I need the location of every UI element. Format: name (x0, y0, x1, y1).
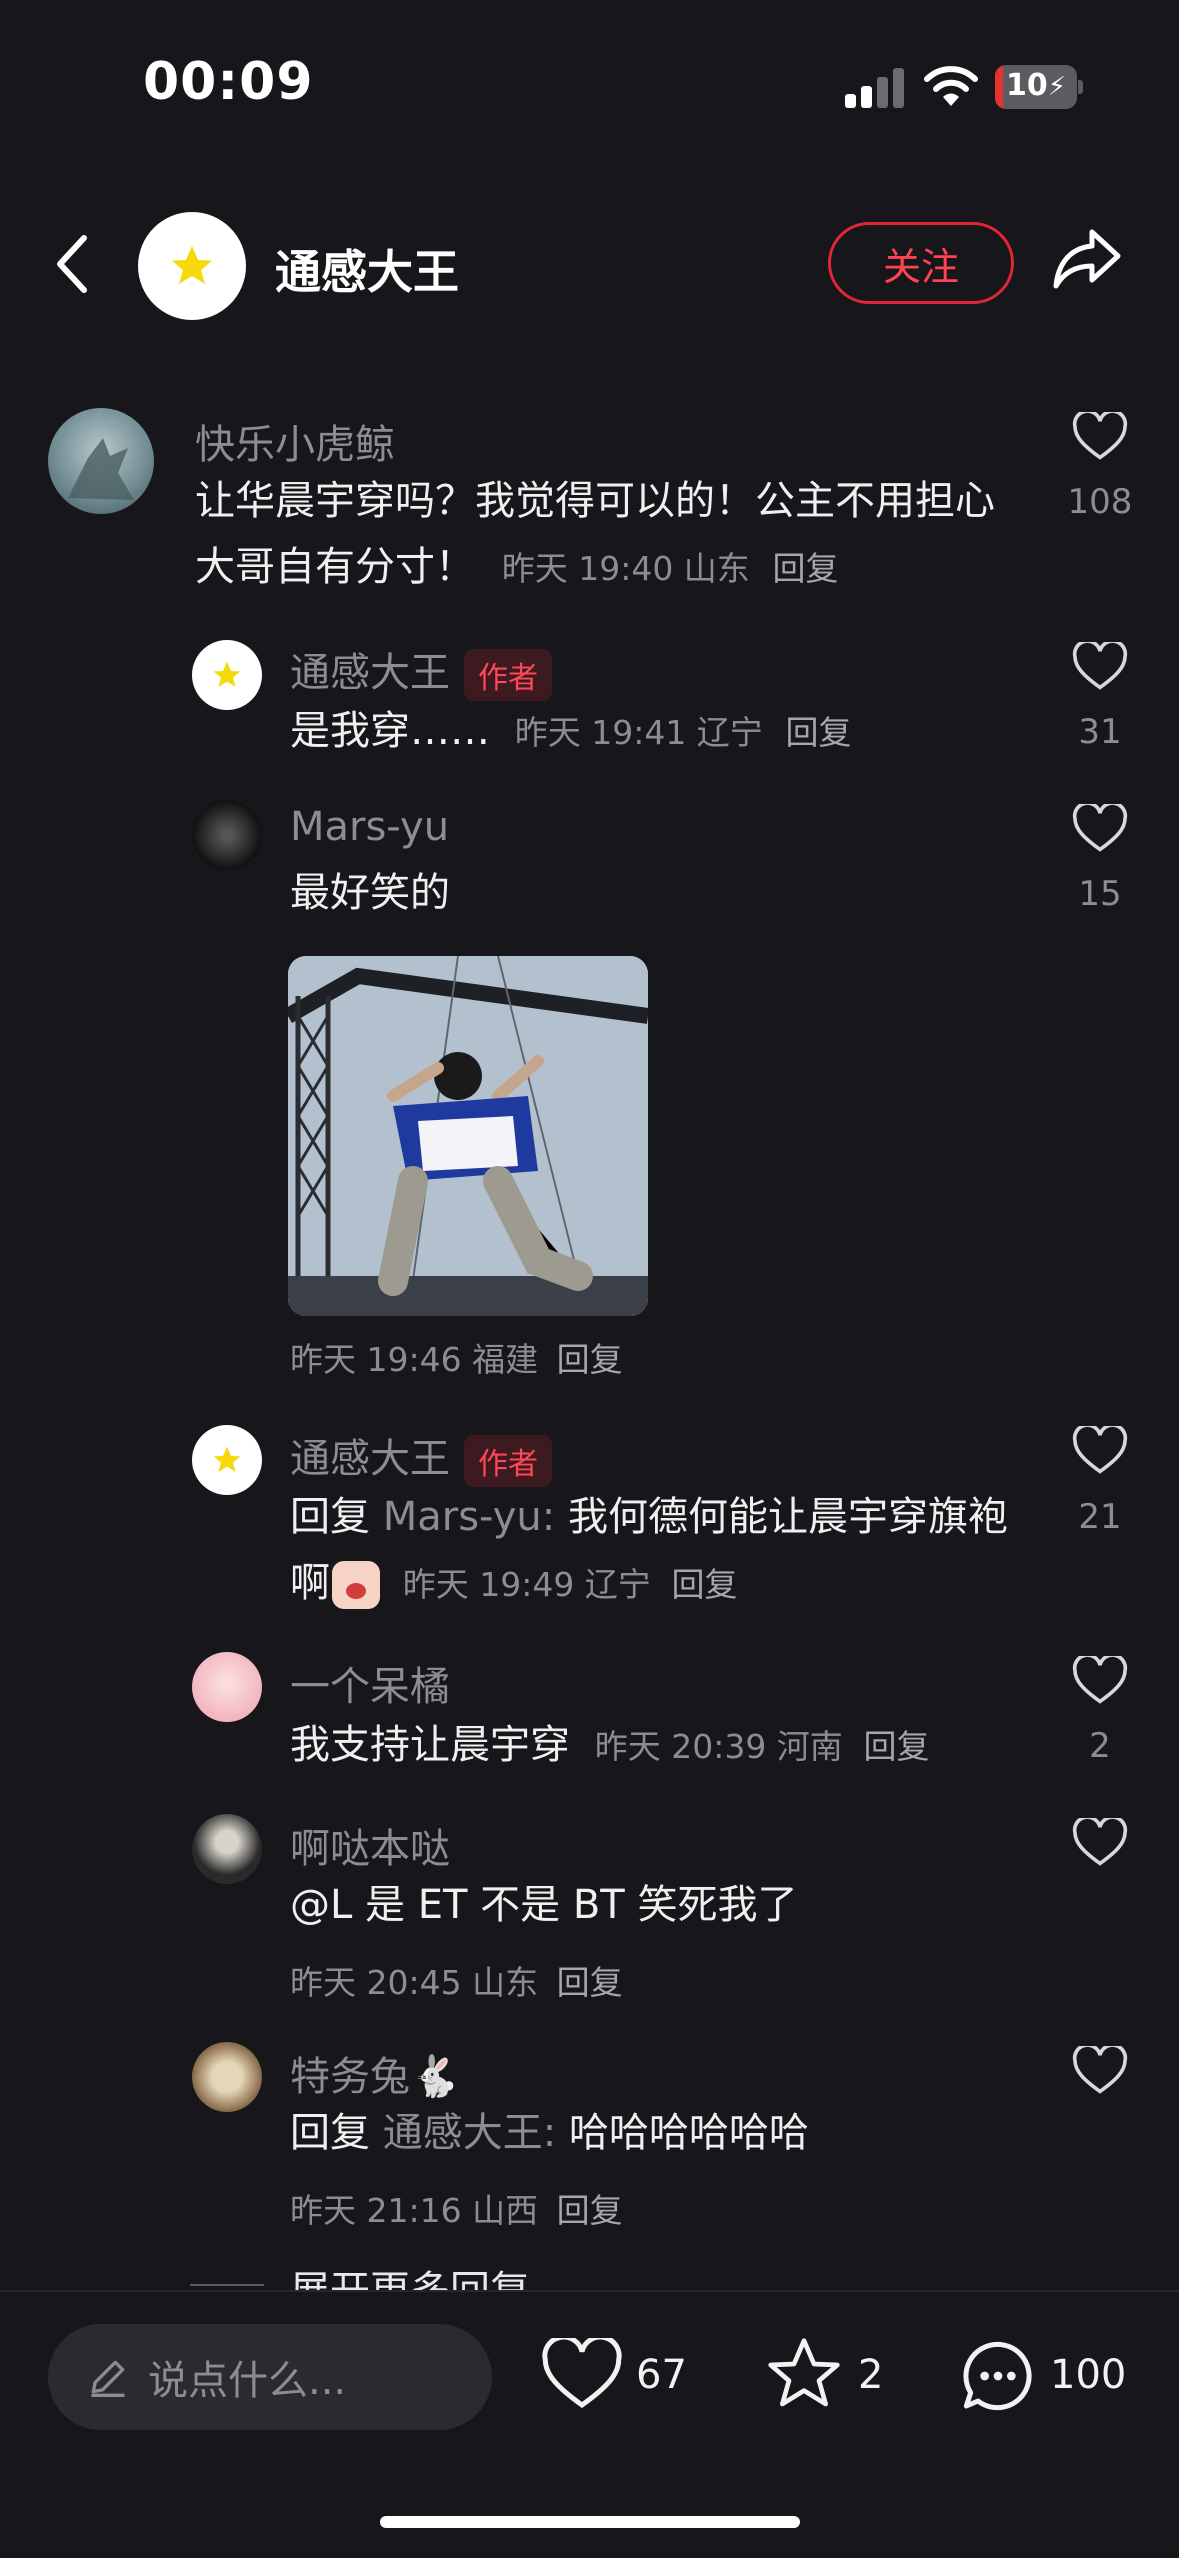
comment-body: 是我穿…… (290, 708, 490, 754)
battery-cap (1078, 80, 1083, 94)
reply-link[interactable]: 回复 (864, 1727, 930, 1766)
like-count: 21 (1078, 1497, 1122, 1537)
comment-body: 最好笑的 (290, 870, 450, 916)
comment-time: 昨天 19:46 福建 (290, 1340, 539, 1379)
comment-body: 哈哈哈哈哈哈 (568, 2110, 809, 2156)
comment-bubble-icon[interactable] (958, 2336, 1038, 2416)
heart-icon[interactable] (542, 2338, 622, 2412)
expand-divider (190, 2284, 264, 2286)
back-icon[interactable] (52, 232, 92, 296)
comment-meta: 昨天 21:16 山西 回复 (290, 2184, 623, 2232)
reply-prefix: 回复 (290, 1494, 370, 1540)
avatar[interactable] (192, 1814, 262, 1884)
reply-link[interactable]: 回复 (557, 1340, 623, 1379)
star-icon (213, 1446, 241, 1472)
crying-emoji-icon (332, 1561, 380, 1609)
reply-link[interactable]: 回复 (672, 1565, 738, 1604)
username-text: 通感大王 (290, 650, 450, 696)
author-badge: 作者 (464, 1435, 552, 1487)
reply-link[interactable]: 回复 (786, 713, 852, 752)
cellular-signal-icon (845, 68, 904, 108)
battery-icon: 10⚡ (995, 65, 1077, 109)
follow-button[interactable]: 关注 (828, 222, 1014, 304)
username-text: 通感大王 (290, 1436, 450, 1482)
comment-meta: 昨天 19:40 山东 (501, 549, 750, 588)
like-count: 31 (1078, 712, 1122, 752)
comment-text: 是我穿…… 昨天 19:41 辽宁 回复 (290, 698, 1030, 766)
like-count: 108 (1067, 482, 1133, 522)
comment-text: 回复 Mars-yu: 我何德何能让晨宇穿旗袍啊 昨天 19:49 辽宁 回复 (290, 1484, 1030, 1618)
like-total: 67 (636, 2352, 687, 2398)
heart-icon[interactable] (1072, 804, 1128, 854)
avatar[interactable] (192, 800, 262, 870)
comment-meta: 昨天 20:45 山东 回复 (290, 1956, 623, 2004)
comment-body: @L 是 ET 不是 BT 笑死我了 (290, 1882, 798, 1928)
comment-meta: 昨天 19:46 福建 回复 (290, 1333, 623, 1381)
comment-username[interactable]: 通感大王 作者 (290, 1426, 552, 1487)
home-indicator[interactable] (380, 2516, 800, 2528)
comment-username[interactable]: 特务兔🐇 (290, 2044, 460, 2102)
comment-text: 让华晨宇穿吗？我觉得可以的！公主不用担心大哥自有分寸！ 昨天 19:40 山东 … (195, 468, 1025, 602)
avatar[interactable] (192, 1425, 262, 1495)
author-badge: 作者 (464, 649, 552, 701)
comment-username[interactable]: 快乐小虎鲸 (195, 412, 395, 470)
comment-username[interactable]: 一个呆橘 (290, 1654, 450, 1712)
reply-link[interactable]: 回复 (557, 1963, 623, 2002)
battery-level: 10 (1005, 68, 1048, 103)
reply-prefix: 回复 (290, 2110, 370, 2156)
status-time: 00:09 (143, 52, 314, 112)
header-username[interactable]: 通感大王 (275, 236, 459, 302)
pencil-icon (91, 2360, 125, 2397)
like-count: 2 (1089, 1726, 1111, 1766)
heart-icon[interactable] (1072, 642, 1128, 692)
reply-target[interactable]: 通感大王: (383, 2110, 556, 2156)
reply-link[interactable]: 回复 (773, 549, 839, 588)
statue-image (68, 438, 134, 500)
comment-total: 100 (1050, 2352, 1127, 2398)
comment-username[interactable]: 啊哒本哒 (290, 1816, 450, 1874)
heart-icon[interactable] (1072, 412, 1128, 462)
comment-time: 昨天 21:16 山西 (290, 2191, 539, 2230)
heart-icon[interactable] (1072, 1818, 1128, 1868)
avatar[interactable] (192, 1652, 262, 1722)
like-count: 15 (1078, 874, 1122, 914)
heart-icon[interactable] (1072, 1656, 1128, 1706)
favorite-total: 2 (858, 2352, 884, 2398)
reply-link[interactable]: 回复 (557, 2191, 623, 2230)
avatar[interactable] (48, 408, 154, 514)
comment-input[interactable]: 说点什么... (48, 2324, 492, 2430)
star-outline-icon[interactable] (762, 2334, 846, 2414)
avatar[interactable] (192, 2042, 262, 2112)
wifi-icon (924, 66, 978, 106)
comment-username[interactable]: 通感大王 作者 (290, 640, 552, 701)
heart-icon[interactable] (1072, 1426, 1128, 1476)
comment-body: 我支持让晨宇穿 (290, 1722, 570, 1768)
comment-meta: 昨天 19:41 辽宁 (514, 713, 763, 752)
star-icon (172, 246, 212, 284)
comment-time: 昨天 20:45 山东 (290, 1963, 539, 2002)
heart-icon[interactable] (1072, 2046, 1128, 2096)
comment-meta: 昨天 19:49 辽宁 (402, 1565, 651, 1604)
comment-username[interactable]: Mars-yu (290, 804, 449, 850)
reply-target[interactable]: Mars-yu: (383, 1494, 556, 1540)
star-icon (213, 661, 241, 687)
header-avatar[interactable] (138, 212, 246, 320)
comment-text: 我支持让晨宇穿 昨天 20:39 河南 回复 (290, 1712, 1030, 1780)
input-placeholder: 说点什么... (148, 2358, 347, 2404)
comment-text: 回复 通感大王: 哈哈哈哈哈哈 (290, 2100, 1030, 2166)
comment-meta: 昨天 20:39 河南 (594, 1727, 843, 1766)
dancer-photo (288, 956, 648, 1316)
comment-image[interactable] (288, 956, 648, 1316)
share-icon[interactable] (1052, 226, 1124, 290)
avatar[interactable] (192, 640, 262, 710)
